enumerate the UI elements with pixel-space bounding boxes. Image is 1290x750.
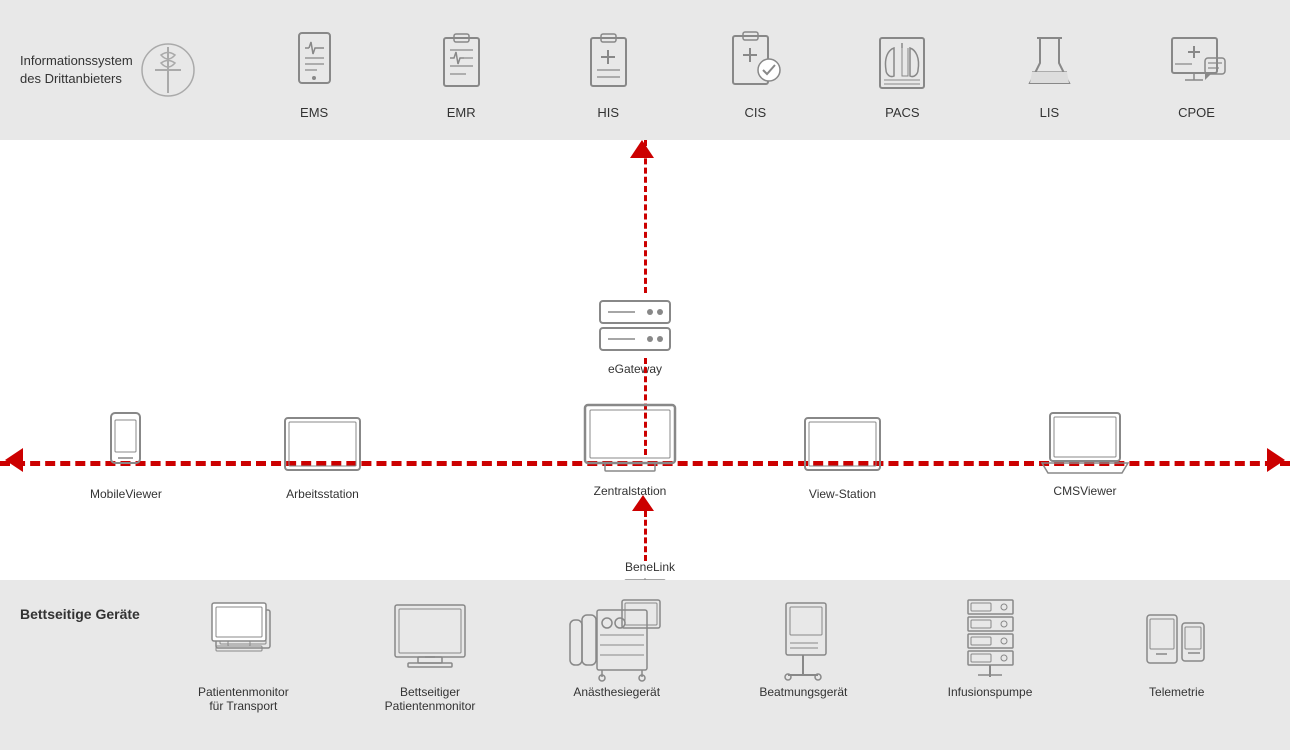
viewstation-device: View-Station	[800, 408, 885, 501]
system-his: HIS	[535, 21, 682, 120]
beatmung-label: Beatmungsgerät	[759, 685, 847, 699]
infusion-icon	[958, 595, 1023, 680]
mobileviewer-icon	[98, 408, 153, 483]
his-icon	[573, 21, 643, 101]
egateway-icon	[590, 293, 680, 358]
viewstation-label: View-Station	[809, 487, 876, 501]
infusionspumpe: Infusionspumpe	[897, 595, 1084, 699]
system-cis: CIS	[682, 21, 829, 120]
bettseitiger-monitor-icon	[390, 595, 470, 680]
egateway-device: eGateway	[590, 293, 680, 376]
patientenmonitor-transport-label: Patientenmonitorfür Transport	[198, 685, 289, 713]
arbeitsstation-device: Arbeitsstation	[280, 408, 365, 501]
cis-icon	[720, 21, 790, 101]
system-cpoe: CPOE	[1123, 21, 1270, 120]
v-line-below	[644, 511, 647, 561]
viewstation-icon	[800, 408, 885, 483]
his-label: HIS	[597, 105, 619, 120]
bettseitiger-patientenmonitor: BettseitigerPatientenmonitor	[337, 595, 524, 713]
beatmungsgerat: Beatmungsgerät	[710, 595, 897, 699]
bettseitiger-monitor-label: BettseitigerPatientenmonitor	[385, 685, 476, 713]
emr-label: EMR	[447, 105, 476, 120]
system-emr: EMR	[388, 21, 535, 120]
emr-icon	[426, 21, 496, 101]
system-pacs: PACS	[829, 21, 976, 120]
zentralstation-label: Zentralstation	[594, 484, 667, 498]
telemetrie-label: Telemetrie	[1149, 685, 1204, 699]
arrow-left	[5, 448, 23, 472]
ems-label: EMS	[300, 105, 328, 120]
arrow-up-top	[630, 140, 654, 158]
third-party-block: Informationssystemdes Drittanbieters	[20, 35, 241, 105]
infusion-label: Infusionspumpe	[948, 685, 1033, 699]
lis-icon	[1014, 21, 1084, 101]
cmsviewer-label: CMSViewer	[1053, 484, 1116, 498]
cmsviewer-icon	[1040, 405, 1130, 480]
anaesthesie-label: Anästhesiegerät	[573, 685, 660, 699]
third-party-label: Informationssystemdes Drittanbieters	[20, 52, 133, 88]
cmsviewer-device: CMSViewer	[1040, 405, 1130, 498]
zentralstation-device: Zentralstation	[580, 400, 680, 498]
pacs-icon	[867, 21, 937, 101]
system-lis: LIS	[976, 21, 1123, 120]
cpoe-icon	[1162, 21, 1232, 101]
egateway-label: eGateway	[608, 362, 662, 376]
beatmung-icon	[768, 595, 838, 680]
cpoe-label: CPOE	[1178, 105, 1215, 120]
pacs-label: PACS	[885, 105, 919, 120]
arbeitsstation-label: Arbeitsstation	[286, 487, 359, 501]
patientenmonitor-transport: Patientenmonitorfür Transport	[150, 595, 337, 713]
mobileviewer-label: MobileViewer	[90, 487, 162, 501]
v-line-top-segment	[644, 140, 647, 293]
arbeitsstation-icon	[280, 408, 365, 483]
telemetrie-icon	[1142, 595, 1212, 680]
benelink-label: BeneLink	[610, 560, 690, 574]
anaesthesie-icon	[562, 595, 672, 680]
caduceus-icon	[141, 35, 196, 105]
lis-label: LIS	[1040, 105, 1060, 120]
middle-section: eGateway MobileViewer Arbeitsstation	[0, 140, 1290, 580]
cis-label: CIS	[744, 105, 766, 120]
patientenmonitor-transport-icon	[208, 595, 278, 680]
mobileviewer-device: MobileViewer	[90, 408, 162, 501]
arrow-right	[1267, 448, 1285, 472]
bettseitige-label: Bettseitige Geräte	[20, 595, 150, 625]
system-ems: EMS	[241, 21, 388, 120]
arrow-up-benelink	[632, 495, 654, 511]
top-section: Informationssystemdes Drittanbieters	[0, 0, 1290, 140]
telemetrie: Telemetrie	[1083, 595, 1270, 699]
bottom-section: Bettseitige Geräte Patientenmonitorfür T…	[0, 580, 1290, 750]
anaesthesiegerat: Anästhesiegerät	[523, 595, 710, 699]
zentralstation-icon	[580, 400, 680, 480]
ems-icon	[279, 21, 349, 101]
